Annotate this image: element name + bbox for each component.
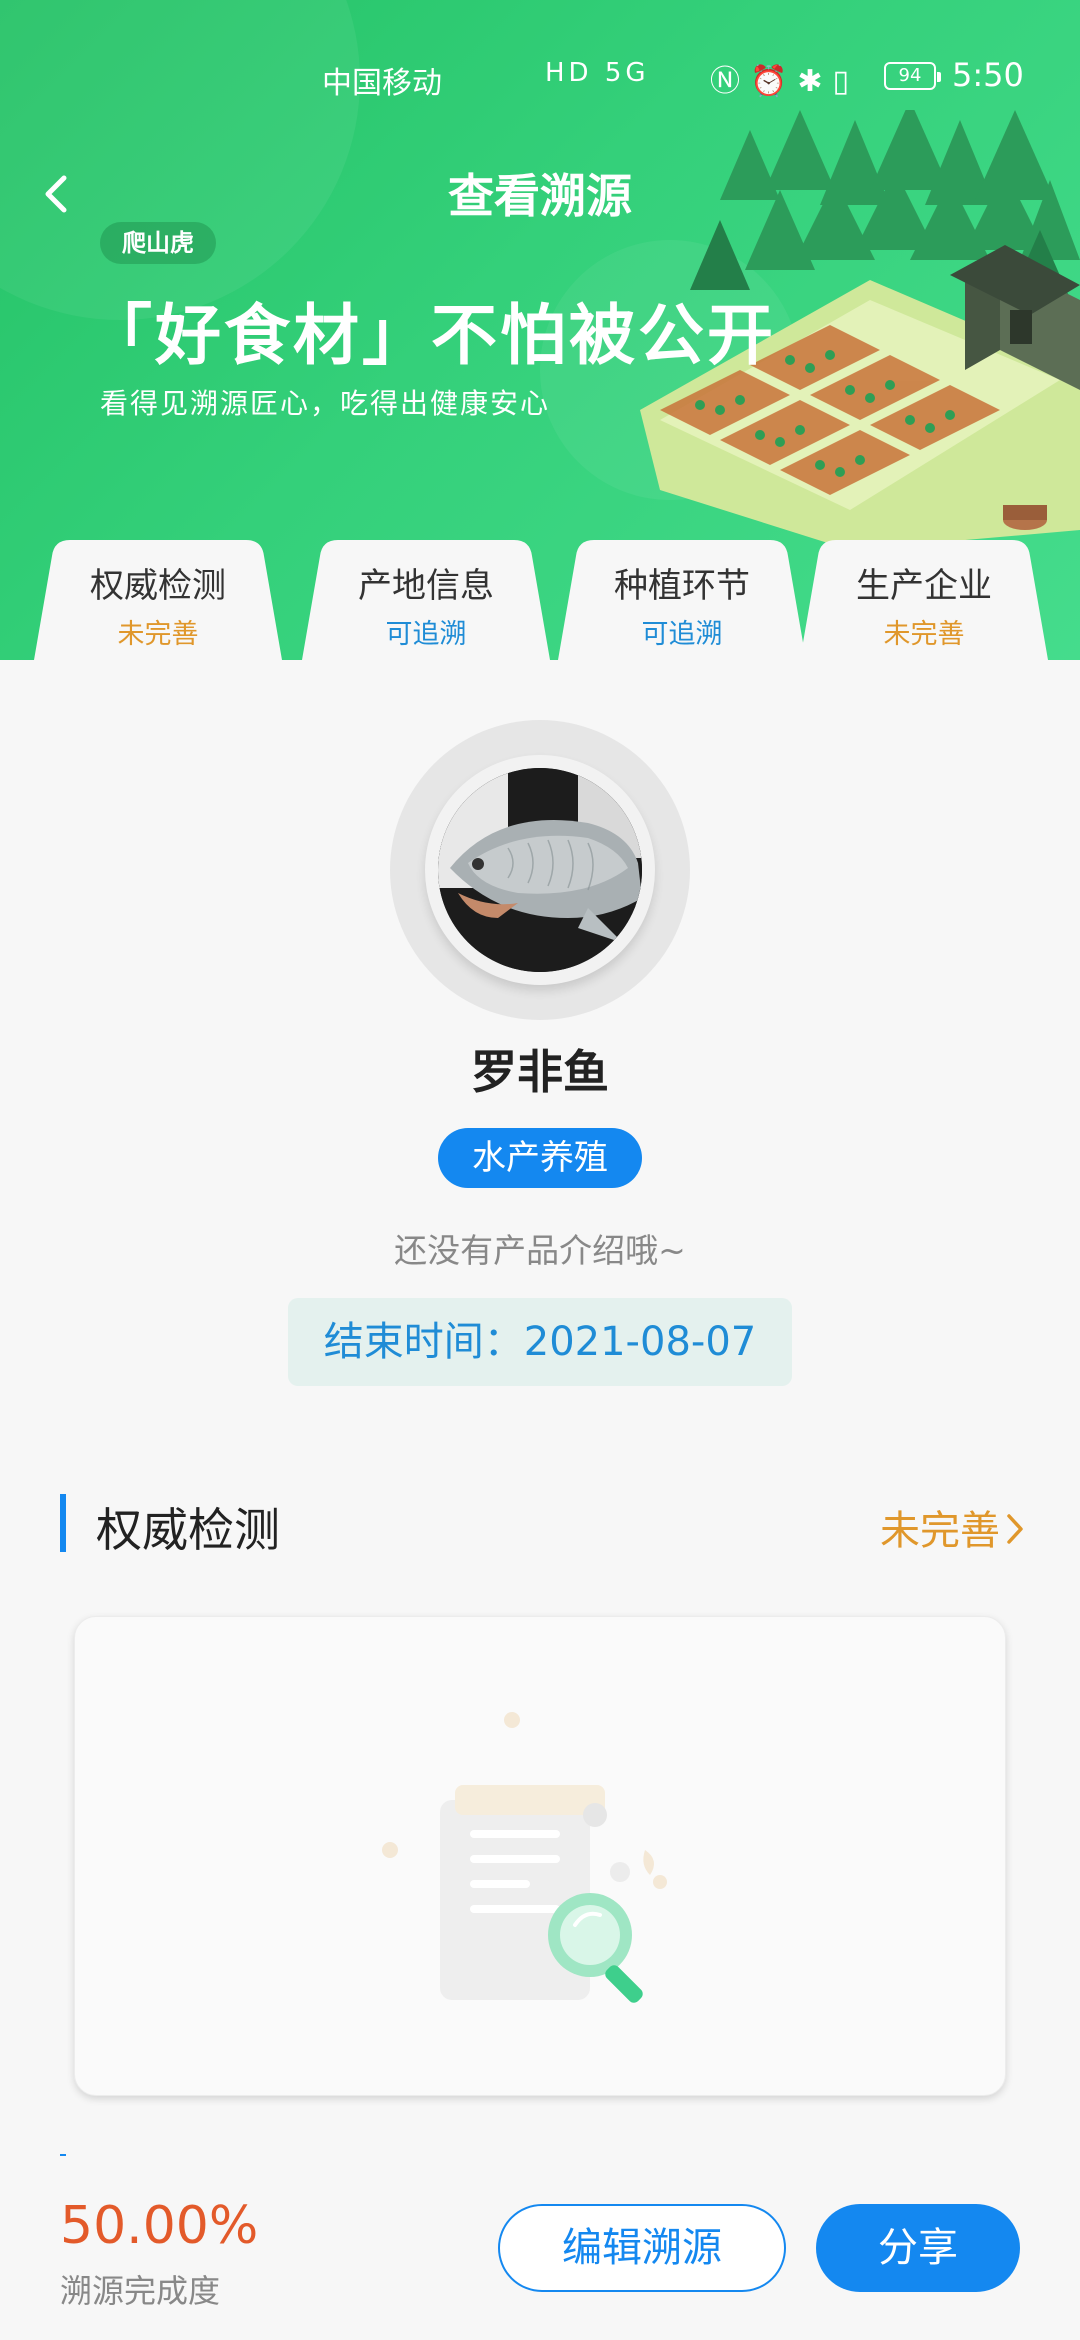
nfc-icon: Ⓝ	[710, 64, 750, 99]
battery-icon: 94	[884, 62, 941, 90]
progress-value: 50.00%	[60, 2196, 259, 2256]
tab-status: 未完善	[117, 619, 199, 650]
tab-label: 产地信息	[358, 566, 494, 606]
tab-status: 可追溯	[385, 619, 467, 650]
progress-label: 溯源完成度	[60, 2272, 221, 2310]
end-time-badge: 结束时间：2021-08-07	[288, 1298, 792, 1386]
chevron-right-icon	[1007, 1514, 1023, 1544]
tab-enterprise[interactable]: 生产企业 未完善	[800, 540, 1048, 660]
tab-status: 未完善	[883, 619, 965, 650]
tab-planting[interactable]: 种植环节 可追溯	[558, 540, 806, 660]
carrier-label: 中国移动	[322, 66, 442, 101]
tab-status: 可追溯	[641, 619, 723, 650]
section-status-label: 未完善	[880, 1508, 1000, 1554]
share-button[interactable]: 分享	[816, 2204, 1020, 2292]
system-icons: Ⓝ⏰✱▯	[710, 56, 859, 100]
page-title: 查看溯源	[448, 169, 632, 223]
brand-tag: 爬山虎	[100, 222, 216, 264]
product-image[interactable]	[438, 768, 642, 972]
status-bar: 中国移动 HD 5G Ⓝ⏰✱▯ 94 5:50	[0, 48, 1080, 108]
empty-state-illustration	[382, 1712, 667, 2003]
section-title: 权威检测	[96, 1503, 280, 1557]
bluetooth-icon: ✱	[797, 64, 833, 99]
category-badge: 水产养殖	[438, 1128, 642, 1188]
alarm-icon: ⏰	[750, 64, 798, 99]
indicator-dot	[60, 2154, 66, 2156]
tab-inspection[interactable]: 权威检测 未完善	[34, 540, 282, 660]
edit-trace-button[interactable]: 编辑溯源	[498, 2204, 786, 2292]
product-intro: 还没有产品介绍哦~	[394, 1231, 686, 1270]
tab-label: 权威检测	[90, 566, 226, 606]
section-status-link[interactable]: 未完善	[880, 1498, 1026, 1556]
vibrate-icon: ▯	[832, 64, 860, 99]
clock: 5:50	[952, 56, 1024, 94]
network-badges: HD 5G	[545, 58, 650, 88]
trace-tabs: 权威检测 未完善 产地信息 可追溯 种植环节 可追溯 生产企业 未完善	[0, 540, 1080, 660]
tab-label: 生产企业	[856, 566, 992, 606]
sub-slogan: 看得见溯源匠心，吃得出健康安心	[100, 387, 551, 420]
section-accent-bar	[60, 1494, 66, 1552]
slogan: 「好食材」不怕被公开	[86, 297, 776, 374]
fish-image	[438, 768, 642, 972]
tab-label: 种植环节	[614, 566, 750, 606]
tab-origin[interactable]: 产地信息 可追溯	[302, 540, 550, 660]
product-name: 罗非鱼	[471, 1045, 609, 1099]
